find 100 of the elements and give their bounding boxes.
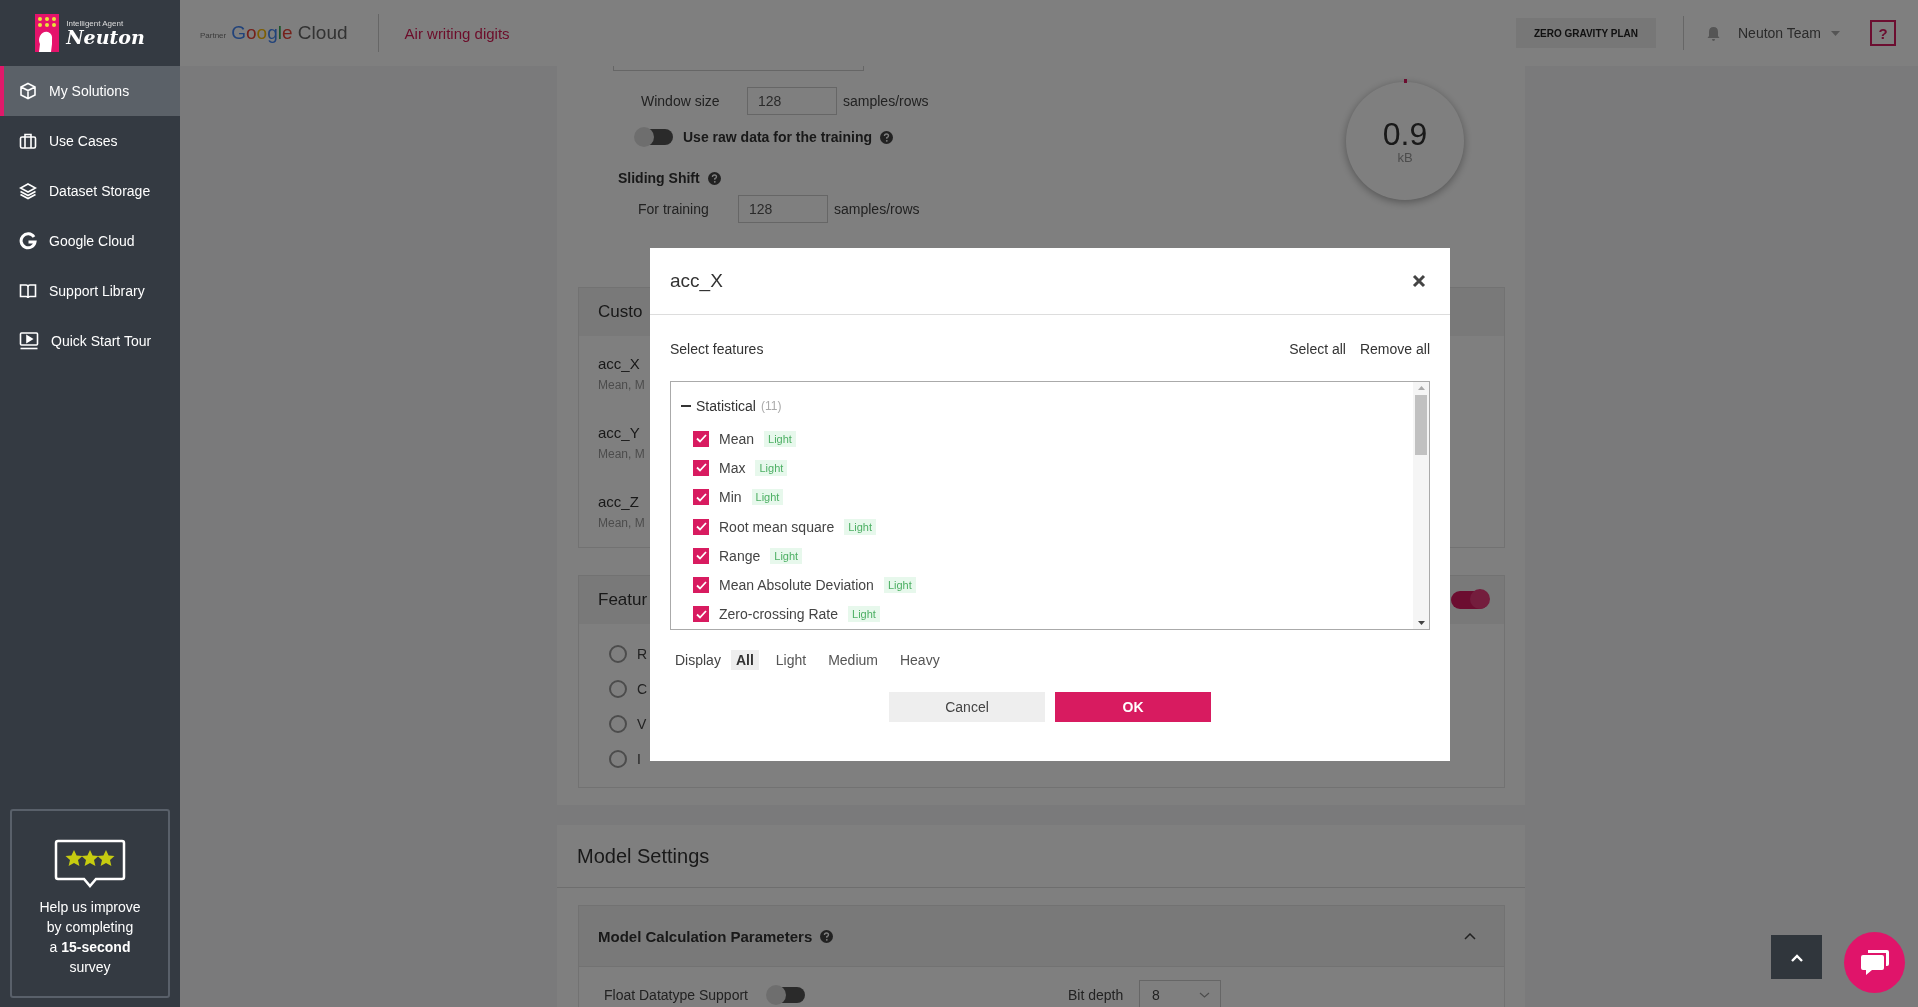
weight-tag: Light bbox=[751, 489, 784, 506]
weight-tag: Light bbox=[848, 606, 880, 623]
field-label: Bit depth bbox=[1068, 987, 1125, 1003]
survey-text: Help us improve by completing a 15-second survey bbox=[39, 898, 141, 977]
nav-item[interactable]: Google Cloud bbox=[0, 216, 180, 266]
help-icon[interactable] bbox=[820, 929, 834, 943]
radio-label: I bbox=[637, 750, 641, 767]
group-name: Statistical bbox=[696, 398, 756, 414]
briefcase-icon bbox=[19, 132, 37, 150]
logo-tagline: Intelligent Agent bbox=[66, 19, 125, 28]
feature-label: Max bbox=[719, 459, 746, 476]
dropdown-field[interactable] bbox=[613, 66, 864, 71]
filter-tab[interactable]: Medium bbox=[823, 650, 883, 670]
feature-label: Mean Absolute Deviation bbox=[719, 577, 874, 594]
nav-item[interactable]: Use Cases bbox=[0, 116, 180, 166]
signal-name: acc_X bbox=[598, 355, 640, 372]
radio-button[interactable] bbox=[609, 714, 627, 733]
letter-g-icon bbox=[19, 232, 37, 250]
toggle-switch[interactable] bbox=[768, 987, 805, 1003]
unit-label: samples/rows bbox=[834, 201, 920, 217]
checkbox[interactable] bbox=[693, 489, 709, 506]
partner-logo: Google Cloud bbox=[231, 22, 348, 44]
nav-item[interactable]: Support Library bbox=[0, 266, 180, 316]
display-label: Display bbox=[675, 652, 721, 668]
weight-tag: Light bbox=[844, 518, 877, 535]
help-icon[interactable] bbox=[880, 130, 894, 144]
cancel-button[interactable]: Cancel bbox=[889, 692, 1045, 722]
unit-label: samples/rows bbox=[843, 93, 929, 109]
checkbox[interactable] bbox=[693, 547, 709, 564]
filter-tab[interactable]: Heavy bbox=[894, 650, 945, 670]
weight-tag: Light bbox=[883, 577, 916, 594]
group-count: (11) bbox=[760, 399, 782, 413]
filter-tab[interactable]: Light bbox=[770, 650, 812, 670]
feature-label: Min bbox=[719, 489, 742, 506]
radio-label: C bbox=[637, 680, 648, 697]
logo-name: Neuton bbox=[66, 28, 145, 47]
logo-icon bbox=[35, 14, 60, 52]
radio-button[interactable] bbox=[609, 644, 627, 663]
ok-button[interactable]: OK bbox=[1055, 692, 1211, 722]
scrollbar-thumb[interactable] bbox=[1415, 395, 1427, 455]
cube-icon bbox=[19, 82, 37, 100]
toggle-label: Float Datatype Support bbox=[604, 987, 749, 1003]
monitor-play-icon bbox=[19, 331, 39, 351]
chat-icon bbox=[1859, 948, 1890, 977]
toggle-switch[interactable] bbox=[636, 129, 673, 145]
chevron-up-icon bbox=[1790, 953, 1803, 962]
survey-card[interactable]: Help us improve by completing a 15-second survey bbox=[10, 809, 170, 998]
nav-item[interactable]: Quick Start Tour bbox=[0, 316, 180, 366]
filter-tab[interactable]: All bbox=[730, 650, 759, 670]
toggle-label: Use raw data for the training bbox=[683, 129, 873, 145]
radio-label: V bbox=[637, 715, 647, 732]
toggle-switch[interactable] bbox=[1451, 591, 1489, 609]
nav-item[interactable]: Dataset Storage bbox=[0, 166, 180, 216]
book-icon bbox=[19, 282, 37, 300]
radio-button[interactable] bbox=[609, 679, 627, 698]
layers-icon bbox=[19, 182, 37, 200]
signal-name: acc_Y bbox=[598, 424, 640, 441]
chat-button[interactable] bbox=[1844, 932, 1905, 993]
dialog-title: acc_X bbox=[670, 270, 723, 292]
feature-label: Root mean square bbox=[719, 518, 835, 535]
card-title: Model Settings bbox=[577, 844, 710, 868]
bit-depth-select[interactable]: 8 bbox=[1139, 980, 1221, 1007]
user-menu[interactable]: Neuton Team bbox=[1738, 25, 1821, 41]
chevron-down-icon bbox=[1199, 992, 1210, 998]
close-icon[interactable] bbox=[1412, 274, 1426, 288]
scroll-down-icon[interactable] bbox=[1417, 621, 1425, 625]
scrollbar[interactable] bbox=[1413, 382, 1429, 629]
signal-name: acc_Z bbox=[598, 493, 639, 510]
field-label: For training bbox=[638, 201, 710, 217]
caret-icon bbox=[1831, 30, 1840, 36]
panel-title: Featur bbox=[598, 590, 648, 610]
panel-title: Custo bbox=[598, 302, 643, 322]
partner-label: Partner bbox=[200, 30, 227, 40]
action-link[interactable]: Remove all bbox=[1359, 341, 1430, 357]
checkbox[interactable] bbox=[693, 459, 709, 476]
checkbox[interactable] bbox=[693, 430, 709, 447]
nav-item[interactable]: My Solutions bbox=[0, 66, 180, 116]
weight-tag: Light bbox=[764, 430, 796, 447]
weight-tag: Light bbox=[755, 459, 788, 476]
rating-bubble-icon bbox=[54, 839, 126, 889]
checkbox[interactable] bbox=[693, 577, 709, 594]
scroll-up-icon[interactable] bbox=[1417, 386, 1425, 390]
input-field[interactable]: 128 bbox=[738, 195, 828, 223]
chevron-up-icon[interactable] bbox=[1464, 932, 1476, 940]
plan-button[interactable]: ZERO GRAVITY PLAN bbox=[1515, 18, 1656, 48]
help-icon[interactable] bbox=[707, 171, 721, 185]
section-title: Sliding Shift bbox=[618, 170, 700, 186]
radio-button[interactable] bbox=[609, 749, 627, 768]
weight-tag: Light bbox=[770, 547, 803, 564]
radio-label: R bbox=[637, 645, 648, 662]
action-link[interactable]: Select all bbox=[1289, 341, 1346, 357]
gauge-value: 0.9 bbox=[1382, 117, 1428, 150]
feature-label: Range bbox=[719, 547, 761, 564]
field-label: Window size bbox=[641, 93, 721, 109]
feature-label: Zero-crossing Rate bbox=[719, 606, 839, 623]
checkbox[interactable] bbox=[693, 606, 709, 623]
select-label: Select features bbox=[670, 341, 764, 357]
input-field[interactable]: 128 bbox=[747, 87, 837, 115]
panel-title: Model Calculation Parameters bbox=[598, 927, 813, 945]
checkbox[interactable] bbox=[693, 518, 709, 535]
